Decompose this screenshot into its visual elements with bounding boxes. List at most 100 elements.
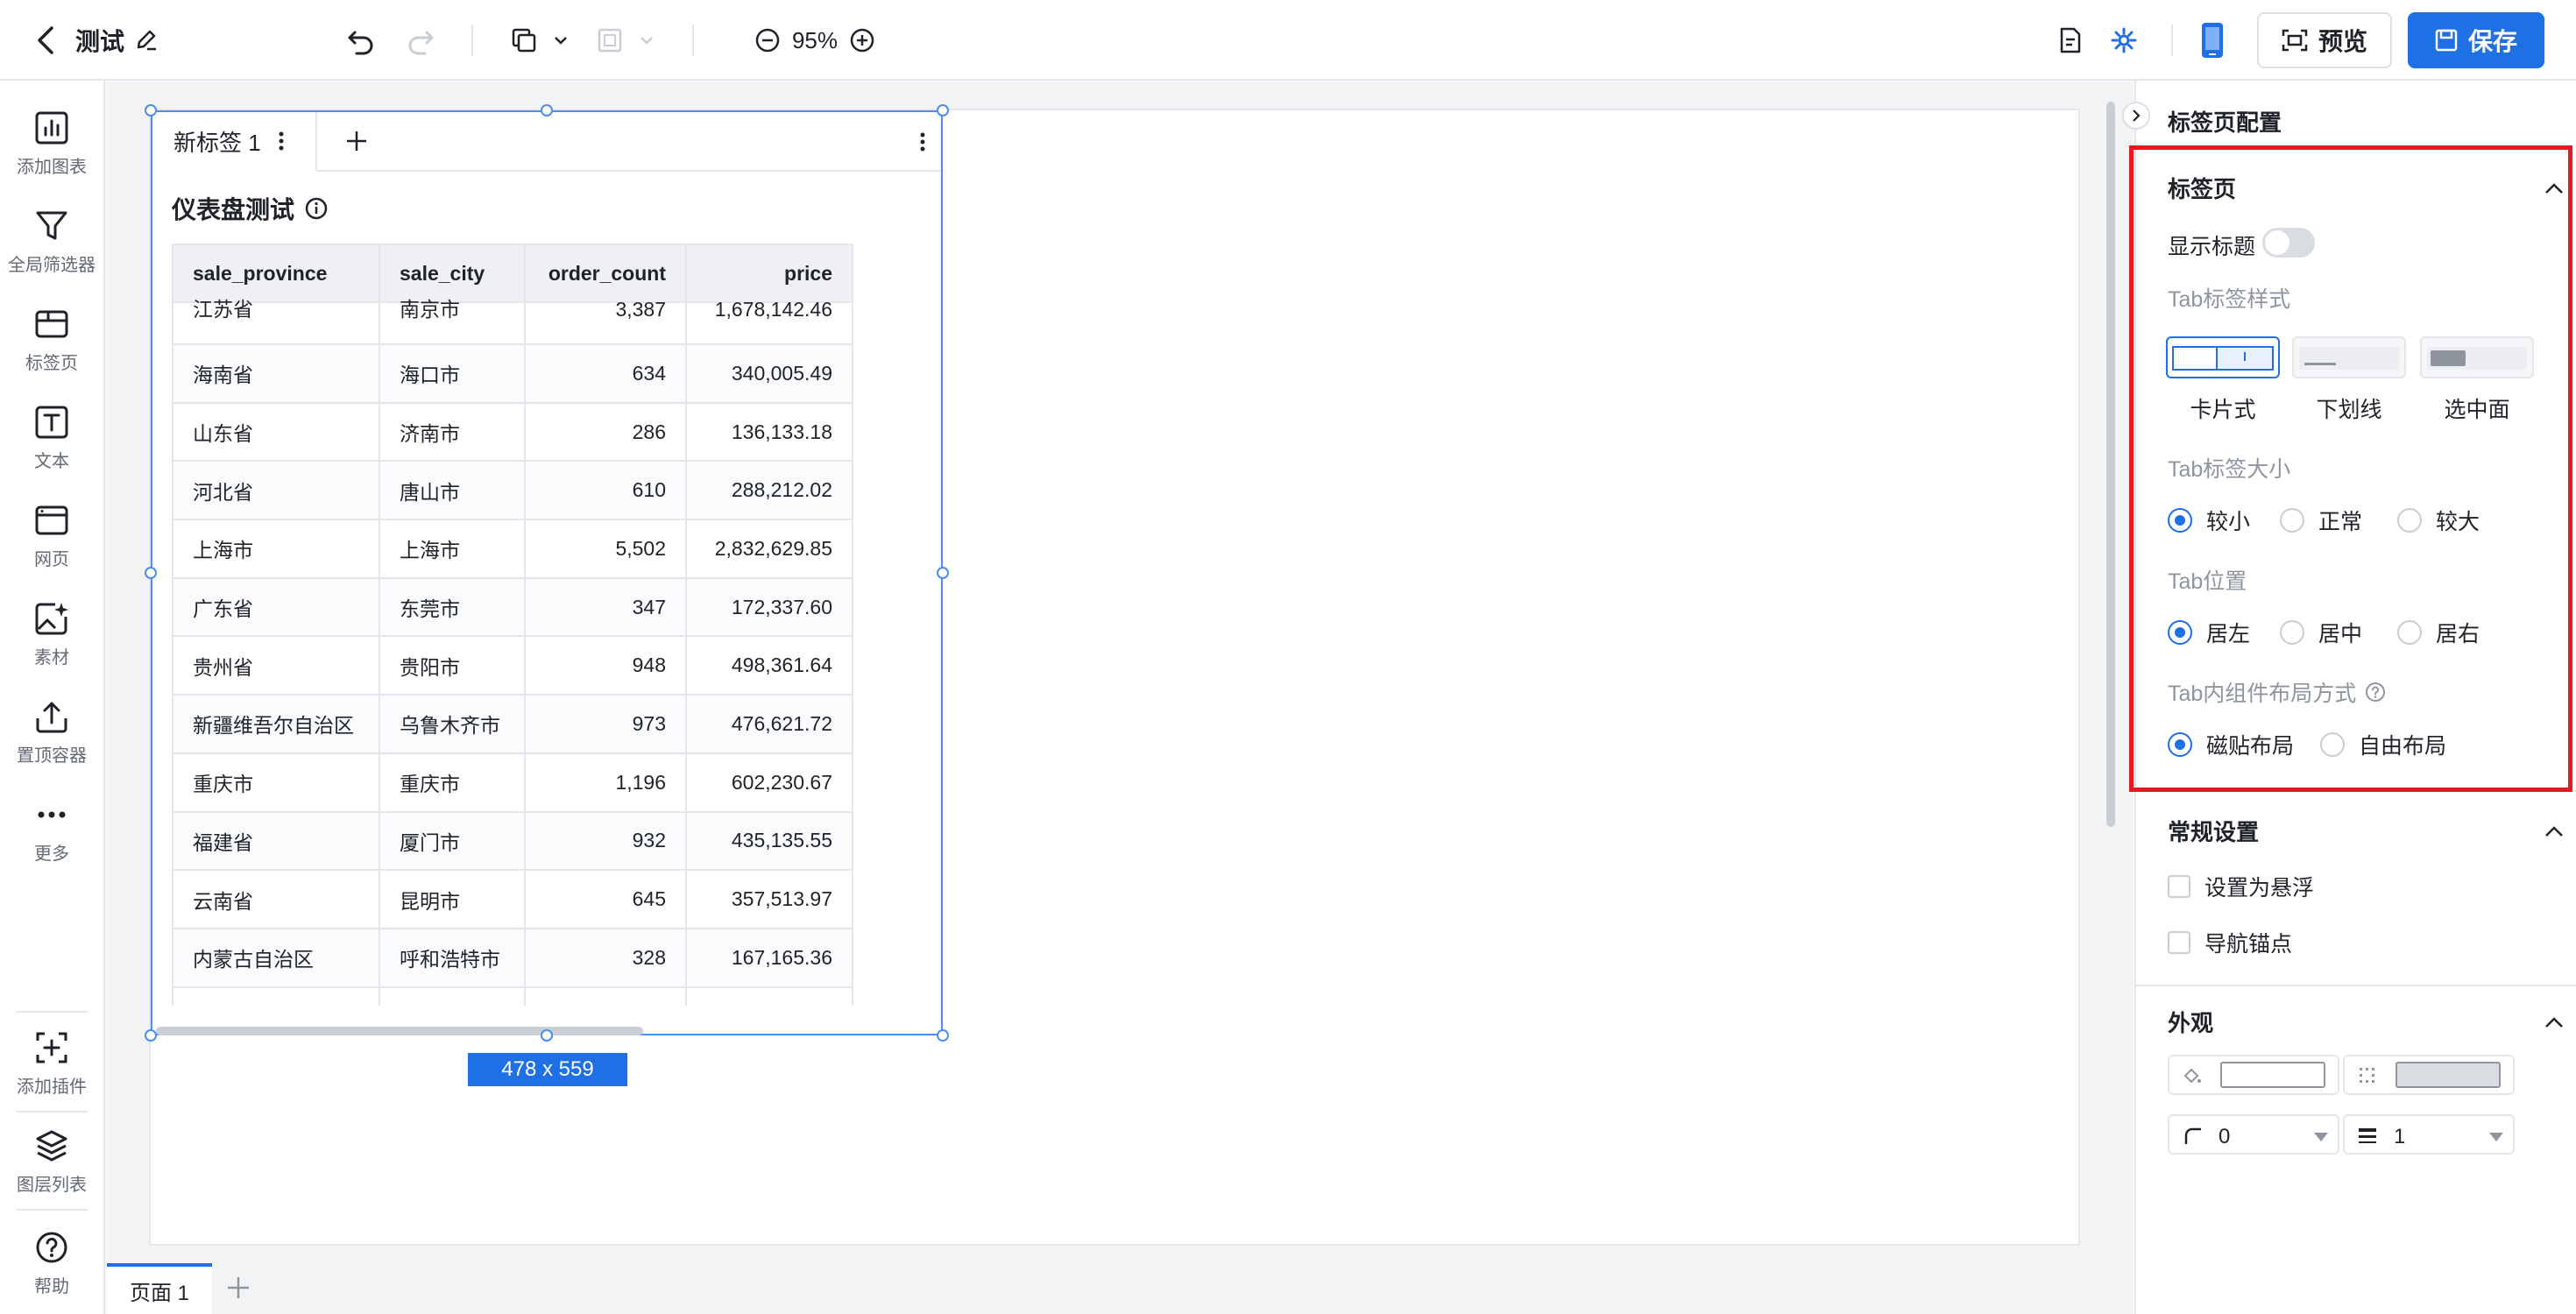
sidebar-item-layers[interactable]: 图层列表	[0, 1128, 103, 1196]
zoom-out-icon[interactable]	[752, 25, 783, 56]
table-horizontal-scrollbar[interactable]	[156, 1027, 643, 1035]
edit-pencil-icon[interactable]	[133, 26, 159, 53]
redo-icon[interactable]	[403, 23, 438, 58]
sidebar-item-label: 添加图表	[17, 158, 87, 177]
sidebar-divider	[16, 1111, 88, 1113]
checkbox-label: 导航锚点	[2204, 932, 2293, 957]
document-settings-icon[interactable]	[2054, 25, 2085, 56]
resize-handle[interactable]	[937, 567, 949, 579]
sidebar-item-global-filter[interactable]: 全局筛选器	[0, 208, 103, 276]
table-cell: 贵州省	[172, 635, 380, 696]
sidebar-item-more[interactable]: 更多	[0, 797, 103, 865]
sidebar-divider	[16, 1011, 88, 1013]
float-checkbox[interactable]: 设置为悬浮	[2168, 871, 2314, 902]
table-cell: 乌鲁木齐市	[379, 694, 526, 754]
table-cell: 328	[524, 927, 687, 988]
resize-handle[interactable]	[541, 1029, 553, 1042]
table-row: 内蒙古自治区 呼和浩特市 328 167,165.36	[172, 927, 853, 988]
section-header-general[interactable]: 常规设置	[2168, 815, 2564, 847]
sidebar-item-assets[interactable]: 素材	[0, 601, 103, 668]
table-row: 广东省 东莞市 347 172,337.60	[172, 576, 853, 638]
document-title: 测试	[75, 28, 125, 55]
gear-icon[interactable]	[2108, 25, 2140, 56]
back-arrow-icon[interactable]	[32, 25, 60, 56]
table-row: 上海市 上海市 5,502 2,832,629.85	[172, 519, 853, 579]
table-row	[172, 986, 853, 1006]
filter-icon	[36, 211, 67, 240]
chevron-down-icon[interactable]	[552, 32, 570, 49]
corner-radius-value: 0	[2219, 1125, 2231, 1148]
section-divider	[2136, 985, 2576, 986]
tab-page-1[interactable]: 页面 1	[107, 1263, 212, 1314]
info-icon[interactable]	[305, 197, 328, 220]
help-icon	[36, 1232, 67, 1263]
border-width-select[interactable]: 1	[2343, 1114, 2515, 1155]
sidebar-item-webpage[interactable]: 网页	[0, 503, 103, 570]
sidebar-item-help[interactable]: 帮助	[0, 1230, 103, 1297]
zoom-in-icon[interactable]	[846, 25, 878, 56]
column-header[interactable]: price	[685, 244, 853, 303]
sidebar-item-add-chart[interactable]: 添加图表	[0, 110, 103, 178]
table-cell	[524, 986, 687, 1006]
zoom-level: 95%	[791, 26, 839, 53]
chevron-up-icon	[2545, 825, 2563, 837]
resize-handle[interactable]	[145, 1029, 157, 1042]
preview-button[interactable]: 预览	[2257, 12, 2392, 68]
table-cell: 广东省	[172, 576, 380, 638]
sidebar-item-add-plugin[interactable]: 添加插件	[0, 1030, 103, 1098]
sidebar-item-tabs[interactable]: 标签页	[0, 307, 103, 374]
collapse-panel-button[interactable]	[2122, 102, 2150, 130]
toolbar-divider	[692, 25, 694, 56]
border-color-field[interactable]	[2343, 1055, 2515, 1095]
table-row: 云南省 昆明市 645 357,513.97	[172, 869, 853, 929]
table-cell: 重庆市	[172, 752, 380, 813]
table-cell: 唐山市	[379, 460, 526, 521]
border-width-value: 1	[2394, 1125, 2406, 1148]
table-cell: 福建省	[172, 810, 380, 872]
table-cell: 136,133.18	[685, 401, 853, 463]
table-cell: 5,502	[524, 519, 687, 579]
sidebar-divider	[16, 1209, 88, 1211]
resize-handle[interactable]	[145, 104, 157, 117]
anchor-checkbox[interactable]: 导航锚点	[2168, 927, 2292, 958]
table-header-row: sale_province sale_city order_count pric…	[172, 244, 853, 303]
resize-handle[interactable]	[937, 1029, 949, 1042]
table-cell: 新疆维吾尔自治区	[172, 694, 380, 754]
table-row: 山东省 济南市 286 136,133.18	[172, 401, 853, 463]
chevron-down-icon[interactable]	[638, 32, 655, 49]
add-page-icon[interactable]	[226, 1275, 252, 1302]
tab-widget[interactable]: 新标签 1 仪表盘测试 sale_province sale_city orde…	[151, 110, 943, 1035]
background-color-field[interactable]	[2168, 1055, 2339, 1095]
save-label: 保存	[2467, 28, 2517, 55]
undo-icon[interactable]	[343, 23, 379, 58]
mobile-device-icon[interactable]	[2197, 19, 2227, 61]
border-grid-icon	[2360, 1068, 2374, 1083]
sidebar-item-label: 文本	[34, 452, 69, 471]
column-header[interactable]: sale_province	[172, 244, 380, 303]
section-header-appearance[interactable]: 外观	[2168, 1006, 2564, 1038]
image-icon	[35, 603, 68, 635]
table-cell: 南京市	[379, 300, 526, 345]
table-cell: 济南市	[379, 401, 526, 463]
sidebar-item-pin-container[interactable]: 置顶容器	[0, 699, 103, 766]
table-cell: 云南省	[172, 869, 380, 929]
column-header[interactable]: sale_city	[379, 244, 526, 303]
section-title: 外观	[2168, 1010, 2214, 1036]
top-toolbar: 测试 95% 预览 保存	[0, 0, 2576, 81]
copy-icon[interactable]	[508, 25, 540, 56]
plugin-icon	[36, 1032, 67, 1063]
column-header[interactable]: order_count	[524, 244, 687, 303]
table-row: 福建省 厦门市 932 435,135.55	[172, 810, 853, 872]
resize-handle[interactable]	[937, 104, 949, 117]
save-button[interactable]: 保存	[2408, 12, 2544, 68]
resize-handle[interactable]	[541, 104, 553, 117]
corner-radius-select[interactable]: 0	[2168, 1114, 2339, 1155]
group-icon[interactable]	[594, 25, 626, 56]
resize-handle[interactable]	[145, 567, 157, 579]
sidebar-item-text[interactable]: 文本	[0, 405, 103, 472]
line-weight-icon	[2359, 1128, 2376, 1143]
table-cell: 347	[524, 576, 687, 638]
table-cell	[172, 986, 380, 1006]
table-cell: 476,621.72	[685, 694, 853, 754]
canvas-scrollbar[interactable]	[2106, 102, 2115, 827]
